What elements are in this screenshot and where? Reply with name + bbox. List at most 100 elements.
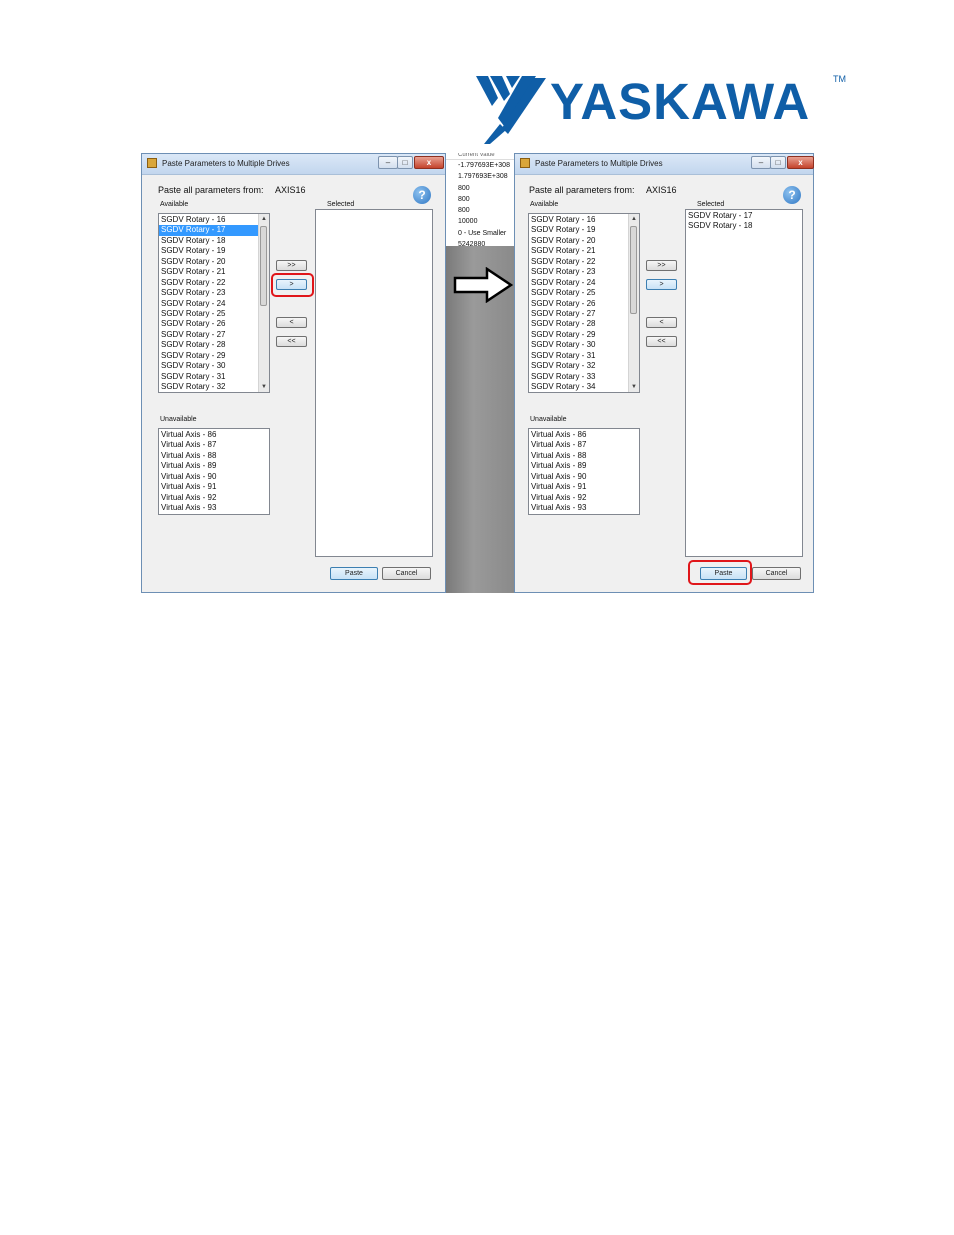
selected-list[interactable] xyxy=(315,209,433,557)
list-item[interactable]: Virtual Axis - 87 xyxy=(159,440,269,450)
add-button[interactable]: > xyxy=(646,279,677,290)
available-list[interactable]: SGDV Rotary - 16 SGDV Rotary - 17 SGDV Rot… xyxy=(158,213,270,393)
help-icon[interactable]: ? xyxy=(413,186,431,204)
remove-all-button[interactable]: << xyxy=(276,336,307,347)
grid-cell: 800 xyxy=(458,207,470,215)
unavailable-list[interactable]: Virtual Axis - 86 Virtual Axis - 87 Virtua… xyxy=(528,428,640,515)
list-item[interactable]: Virtual Axis - 90 xyxy=(529,472,639,482)
right-dialog-title: Paste Parameters to Multiple Drives xyxy=(535,159,663,168)
list-item[interactable]: SGDV Rotary - 22 xyxy=(529,257,639,267)
maximize-button[interactable]: □ xyxy=(770,156,786,169)
list-item[interactable]: Virtual Axis - 92 xyxy=(529,493,639,503)
list-item[interactable]: SGDV Rotary - 32 xyxy=(529,361,639,371)
available-label: Available xyxy=(530,201,559,208)
list-item[interactable]: SGDV Rotary - 20 xyxy=(159,257,269,267)
maximize-button[interactable]: □ xyxy=(397,156,413,169)
list-item[interactable]: Virtual Axis - 86 xyxy=(159,430,269,440)
list-item[interactable]: SGDV Rotary - 22 xyxy=(159,278,269,288)
list-item[interactable]: SGDV Rotary - 31 xyxy=(159,372,269,382)
list-item[interactable]: Virtual Axis - 91 xyxy=(159,482,269,492)
available-scrollbar[interactable]: ▲ ▼ xyxy=(628,214,639,392)
scroll-down-icon[interactable]: ▼ xyxy=(629,382,639,392)
list-item[interactable]: SGDV Rotary - 18 xyxy=(686,221,802,231)
list-item[interactable]: Virtual Axis - 88 xyxy=(159,451,269,461)
scroll-up-icon[interactable]: ▲ xyxy=(629,214,639,224)
remove-button[interactable]: < xyxy=(646,317,677,328)
paste-button[interactable]: Paste xyxy=(330,567,378,580)
list-item[interactable]: SGDV Rotary - 17 xyxy=(159,225,269,236)
list-item[interactable]: Virtual Axis - 90 xyxy=(159,472,269,482)
add-button-highlight xyxy=(271,273,314,297)
list-item[interactable]: SGDV Rotary - 24 xyxy=(529,278,639,288)
list-item[interactable]: SGDV Rotary - 30 xyxy=(159,361,269,371)
list-item[interactable]: Virtual Axis - 87 xyxy=(529,440,639,450)
list-item[interactable]: Virtual Axis - 91 xyxy=(529,482,639,492)
grid-cell: 1.797693E+308 xyxy=(458,173,508,181)
list-item[interactable]: SGDV Rotary - 25 xyxy=(529,288,639,298)
list-item[interactable]: SGDV Rotary - 33 xyxy=(529,372,639,382)
yaskawa-wordmark: YASKAWA xyxy=(550,73,811,130)
list-item[interactable]: Virtual Axis - 89 xyxy=(529,461,639,471)
list-item[interactable]: SGDV Rotary - 30 xyxy=(529,340,639,350)
list-item[interactable]: SGDV Rotary - 31 xyxy=(529,351,639,361)
list-item[interactable]: SGDV Rotary - 16 xyxy=(159,215,269,225)
list-item[interactable]: Virtual Axis - 89 xyxy=(159,461,269,471)
list-item[interactable]: SGDV Rotary - 17 xyxy=(686,211,802,221)
scroll-thumb[interactable] xyxy=(260,226,267,306)
list-item[interactable]: SGDV Rotary - 21 xyxy=(159,267,269,277)
background-value-grid: Current Value -1.797693E+308 1.797693E+30… xyxy=(446,153,514,248)
list-item[interactable]: SGDV Rotary - 16 xyxy=(529,215,639,225)
list-item[interactable]: SGDV Rotary - 29 xyxy=(159,351,269,361)
left-dialog: Paste Parameters to Multiple Drives – □ … xyxy=(141,153,446,593)
scroll-up-icon[interactable]: ▲ xyxy=(259,214,269,224)
grid-header: Current Value xyxy=(446,153,514,160)
left-dialog-title: Paste Parameters to Multiple Drives xyxy=(162,159,290,168)
list-item[interactable]: SGDV Rotary - 24 xyxy=(159,299,269,309)
close-button[interactable]: x xyxy=(414,156,444,169)
list-item[interactable]: SGDV Rotary - 23 xyxy=(529,267,639,277)
list-item[interactable]: SGDV Rotary - 28 xyxy=(159,340,269,350)
add-all-button[interactable]: >> xyxy=(276,260,307,271)
list-item[interactable]: SGDV Rotary - 21 xyxy=(529,246,639,256)
list-item[interactable]: SGDV Rotary - 23 xyxy=(159,288,269,298)
list-item[interactable]: Virtual Axis - 86 xyxy=(529,430,639,440)
list-item[interactable]: Virtual Axis - 93 xyxy=(159,503,269,513)
list-item[interactable]: Virtual Axis - 88 xyxy=(529,451,639,461)
list-item[interactable]: SGDV Rotary - 19 xyxy=(159,246,269,256)
list-item[interactable]: SGDV Rotary - 18 xyxy=(159,236,269,246)
list-item[interactable]: Virtual Axis - 93 xyxy=(529,503,639,513)
list-item[interactable]: SGDV Rotary - 26 xyxy=(529,299,639,309)
trademark-mark: TM xyxy=(833,74,846,84)
remove-all-button[interactable]: << xyxy=(646,336,677,347)
close-button[interactable]: x xyxy=(787,156,814,169)
minimize-button[interactable]: – xyxy=(378,156,398,169)
scroll-down-icon[interactable]: ▼ xyxy=(259,382,269,392)
list-item[interactable]: SGDV Rotary - 27 xyxy=(159,330,269,340)
list-item[interactable]: SGDV Rotary - 26 xyxy=(159,319,269,329)
remove-button[interactable]: < xyxy=(276,317,307,328)
list-item[interactable]: SGDV Rotary - 19 xyxy=(529,225,639,235)
right-titlebar[interactable]: Paste Parameters to Multiple Drives – □ … xyxy=(515,154,814,175)
cancel-button[interactable]: Cancel xyxy=(382,567,431,580)
selected-list[interactable]: SGDV Rotary - 17 SGDV Rotary - 18 xyxy=(685,209,803,557)
list-item[interactable]: SGDV Rotary - 34 xyxy=(529,382,639,392)
list-item[interactable]: SGDV Rotary - 25 xyxy=(159,309,269,319)
yaskawa-logo-mark-icon xyxy=(476,76,546,144)
unavailable-label: Unavailable xyxy=(160,416,197,423)
list-item[interactable]: SGDV Rotary - 20 xyxy=(529,236,639,246)
unavailable-list[interactable]: Virtual Axis - 86 Virtual Axis - 87 Virtua… xyxy=(158,428,270,515)
list-item[interactable]: SGDV Rotary - 29 xyxy=(529,330,639,340)
scroll-thumb[interactable] xyxy=(630,226,637,314)
list-item[interactable]: Virtual Axis - 92 xyxy=(159,493,269,503)
cancel-button[interactable]: Cancel xyxy=(752,567,801,580)
list-item[interactable]: SGDV Rotary - 32 xyxy=(159,382,269,392)
list-item[interactable]: SGDV Rotary - 28 xyxy=(529,319,639,329)
add-all-button[interactable]: >> xyxy=(646,260,677,271)
list-item[interactable]: SGDV Rotary - 27 xyxy=(529,309,639,319)
available-scrollbar[interactable]: ▲ ▼ xyxy=(258,214,269,392)
minimize-button[interactable]: – xyxy=(751,156,771,169)
available-list[interactable]: SGDV Rotary - 16 SGDV Rotary - 19 SGDV Rot… xyxy=(528,213,640,393)
left-titlebar[interactable]: Paste Parameters to Multiple Drives – □ … xyxy=(142,154,445,175)
paste-from-label: Paste all parameters from: xyxy=(158,185,264,195)
help-icon[interactable]: ? xyxy=(783,186,801,204)
